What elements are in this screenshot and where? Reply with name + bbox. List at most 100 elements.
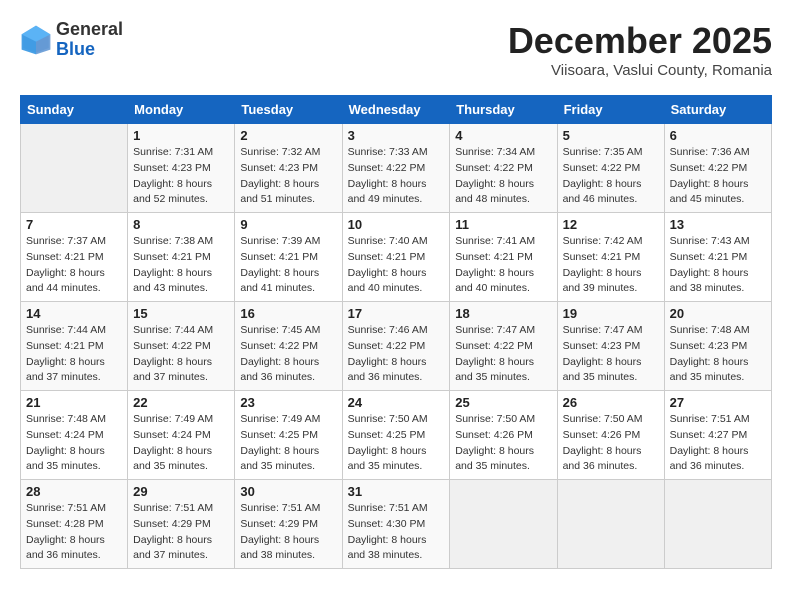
day-info: Sunrise: 7:42 AM Sunset: 4:21 PM Dayligh… [563, 234, 659, 297]
calendar-cell: 9 Sunrise: 7:39 AM Sunset: 4:21 PM Daylig… [235, 213, 342, 302]
day-info: Sunrise: 7:51 AM Sunset: 4:29 PM Dayligh… [240, 501, 336, 564]
day-number: 6 [670, 128, 766, 143]
calendar-cell: 7Sunrise: 7:37 AM Sunset: 4:21 PM Daylig… [21, 213, 128, 302]
calendar-week-row: 28 Sunrise: 7:51 AM Sunset: 4:28 PM Dayli… [21, 480, 772, 569]
day-info: Sunrise: 7:35 AM Sunset: 4:22 PM Dayligh… [563, 145, 659, 208]
calendar-cell: 14 Sunrise: 7:44 AM Sunset: 4:21 PM Dayli… [21, 302, 128, 391]
day-info: Sunrise: 7:49 AM Sunset: 4:24 PM Dayligh… [133, 412, 229, 475]
day-number: 14 [26, 306, 122, 321]
calendar-cell: 16 Sunrise: 7:45 AM Sunset: 4:22 PM Dayli… [235, 302, 342, 391]
day-info: Sunrise: 7:32 AM Sunset: 4:23 PM Dayligh… [240, 145, 336, 208]
calendar-cell: 4 Sunrise: 7:34 AM Sunset: 4:22 PM Daylig… [450, 124, 557, 213]
day-info: Sunrise: 7:34 AM Sunset: 4:22 PM Dayligh… [455, 145, 551, 208]
day-number: 5 [563, 128, 659, 143]
calendar-cell: 17 Sunrise: 7:46 AM Sunset: 4:22 PM Dayli… [342, 302, 450, 391]
day-info: Sunrise: 7:48 AM Sunset: 4:24 PM Dayligh… [26, 412, 122, 475]
day-info: Sunrise: 7:45 AM Sunset: 4:22 PM Dayligh… [240, 323, 336, 386]
day-info: Sunrise: 7:49 AM Sunset: 4:25 PM Dayligh… [240, 412, 336, 475]
day-number: 2 [240, 128, 336, 143]
calendar-cell: 21 Sunrise: 7:48 AM Sunset: 4:24 PM Dayli… [21, 391, 128, 480]
calendar-header: SundayMondayTuesdayWednesdayThursdayFrid… [21, 96, 772, 124]
day-number: 4 [455, 128, 551, 143]
day-number: 25 [455, 395, 551, 410]
calendar-cell: 15 Sunrise: 7:44 AM Sunset: 4:22 PM Dayli… [128, 302, 235, 391]
calendar-body: 1 Sunrise: 7:31 AM Sunset: 4:23 PM Daylig… [21, 124, 772, 569]
day-info: Sunrise: 7:40 AM Sunset: 4:21 PM Dayligh… [348, 234, 445, 297]
calendar-cell: 19 Sunrise: 7:47 AM Sunset: 4:23 PM Dayli… [557, 302, 664, 391]
weekday-header: Monday [128, 96, 235, 124]
day-number: 13 [670, 217, 766, 232]
day-number: 23 [240, 395, 336, 410]
day-info: Sunrise: 7:43 AM Sunset: 4:21 PM Dayligh… [670, 234, 766, 297]
calendar-cell: 30 Sunrise: 7:51 AM Sunset: 4:29 PM Dayli… [235, 480, 342, 569]
calendar-cell: 6Sunrise: 7:36 AM Sunset: 4:22 PM Daylig… [664, 124, 771, 213]
weekday-row: SundayMondayTuesdayWednesdayThursdayFrid… [21, 96, 772, 124]
day-number: 17 [348, 306, 445, 321]
day-number: 1 [133, 128, 229, 143]
weekday-header: Thursday [450, 96, 557, 124]
day-number: 8 [133, 217, 229, 232]
day-info: Sunrise: 7:51 AM Sunset: 4:27 PM Dayligh… [670, 412, 766, 475]
weekday-header: Tuesday [235, 96, 342, 124]
day-number: 20 [670, 306, 766, 321]
day-number: 3 [348, 128, 445, 143]
calendar-cell: 22 Sunrise: 7:49 AM Sunset: 4:24 PM Dayli… [128, 391, 235, 480]
calendar-cell: 28 Sunrise: 7:51 AM Sunset: 4:28 PM Dayli… [21, 480, 128, 569]
weekday-header: Wednesday [342, 96, 450, 124]
day-number: 30 [240, 484, 336, 499]
calendar-cell: 1 Sunrise: 7:31 AM Sunset: 4:23 PM Daylig… [128, 124, 235, 213]
logo: General Blue [20, 20, 123, 60]
calendar-cell: 13 Sunrise: 7:43 AM Sunset: 4:21 PM Dayli… [664, 213, 771, 302]
day-number: 11 [455, 217, 551, 232]
day-info: Sunrise: 7:51 AM Sunset: 4:29 PM Dayligh… [133, 501, 229, 564]
calendar-cell [664, 480, 771, 569]
calendar-cell: 11Sunrise: 7:41 AM Sunset: 4:21 PM Dayli… [450, 213, 557, 302]
day-info: Sunrise: 7:47 AM Sunset: 4:22 PM Dayligh… [455, 323, 551, 386]
calendar-cell: 5 Sunrise: 7:35 AM Sunset: 4:22 PM Daylig… [557, 124, 664, 213]
day-number: 24 [348, 395, 445, 410]
day-info: Sunrise: 7:44 AM Sunset: 4:21 PM Dayligh… [26, 323, 122, 386]
calendar-week-row: 7Sunrise: 7:37 AM Sunset: 4:21 PM Daylig… [21, 213, 772, 302]
calendar-cell [557, 480, 664, 569]
calendar-cell: 24 Sunrise: 7:50 AM Sunset: 4:25 PM Dayli… [342, 391, 450, 480]
calendar-cell: 20Sunrise: 7:48 AM Sunset: 4:23 PM Dayli… [664, 302, 771, 391]
logo-blue: Blue [56, 40, 123, 60]
calendar-cell [21, 124, 128, 213]
day-number: 19 [563, 306, 659, 321]
day-number: 9 [240, 217, 336, 232]
day-number: 16 [240, 306, 336, 321]
calendar-cell: 2 Sunrise: 7:32 AM Sunset: 4:23 PM Daylig… [235, 124, 342, 213]
day-number: 22 [133, 395, 229, 410]
day-info: Sunrise: 7:51 AM Sunset: 4:30 PM Dayligh… [348, 501, 445, 564]
day-number: 27 [670, 395, 766, 410]
calendar-cell: 26Sunrise: 7:50 AM Sunset: 4:26 PM Dayli… [557, 391, 664, 480]
day-info: Sunrise: 7:38 AM Sunset: 4:21 PM Dayligh… [133, 234, 229, 297]
day-number: 12 [563, 217, 659, 232]
day-info: Sunrise: 7:50 AM Sunset: 4:25 PM Dayligh… [348, 412, 445, 475]
day-number: 29 [133, 484, 229, 499]
day-number: 28 [26, 484, 122, 499]
calendar-cell: 10Sunrise: 7:40 AM Sunset: 4:21 PM Dayli… [342, 213, 450, 302]
day-number: 18 [455, 306, 551, 321]
title-block: December 2025 Viisoara, Vaslui County, R… [508, 20, 772, 79]
calendar-week-row: 1 Sunrise: 7:31 AM Sunset: 4:23 PM Daylig… [21, 124, 772, 213]
day-info: Sunrise: 7:31 AM Sunset: 4:23 PM Dayligh… [133, 145, 229, 208]
calendar-cell: 23 Sunrise: 7:49 AM Sunset: 4:25 PM Dayli… [235, 391, 342, 480]
day-number: 31 [348, 484, 445, 499]
logo-icon [20, 24, 52, 56]
weekday-header: Sunday [21, 96, 128, 124]
calendar-cell: 25Sunrise: 7:50 AM Sunset: 4:26 PM Dayli… [450, 391, 557, 480]
day-info: Sunrise: 7:46 AM Sunset: 4:22 PM Dayligh… [348, 323, 445, 386]
day-info: Sunrise: 7:47 AM Sunset: 4:23 PM Dayligh… [563, 323, 659, 386]
day-number: 21 [26, 395, 122, 410]
calendar-cell [450, 480, 557, 569]
calendar-week-row: 14 Sunrise: 7:44 AM Sunset: 4:21 PM Dayli… [21, 302, 772, 391]
day-info: Sunrise: 7:44 AM Sunset: 4:22 PM Dayligh… [133, 323, 229, 386]
day-info: Sunrise: 7:39 AM Sunset: 4:21 PM Dayligh… [240, 234, 336, 297]
calendar-week-row: 21 Sunrise: 7:48 AM Sunset: 4:24 PM Dayli… [21, 391, 772, 480]
weekday-header: Friday [557, 96, 664, 124]
day-number: 15 [133, 306, 229, 321]
calendar-cell: 29 Sunrise: 7:51 AM Sunset: 4:29 PM Dayli… [128, 480, 235, 569]
day-number: 7 [26, 217, 122, 232]
day-info: Sunrise: 7:51 AM Sunset: 4:28 PM Dayligh… [26, 501, 122, 564]
